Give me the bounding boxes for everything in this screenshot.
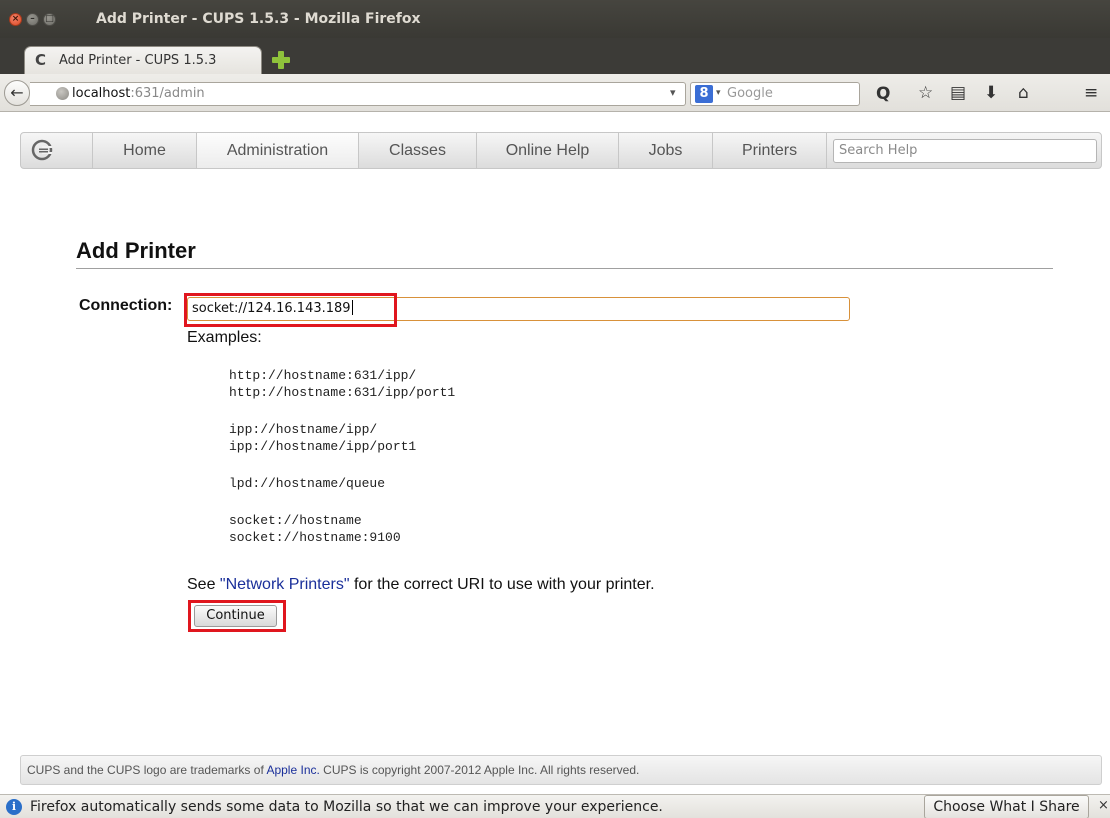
url-bar[interactable]: localhost:631/admin ▾ C [30,82,700,106]
hint-suffix: for the correct URI to use with your pri… [349,576,655,593]
back-arrow-icon: ← [10,83,24,102]
help-search-input[interactable]: Search Help [833,139,1097,163]
reading-list-icon[interactable]: ▤ [950,83,966,103]
cups-navigation-bar: Home Administration Classes Online Help … [20,132,1102,169]
nav-classes[interactable]: Classes [359,133,477,168]
web-search-placeholder: Google [727,86,773,101]
example-uri: http://hostname:631/ipp/port1 [229,385,456,400]
nav-online-help[interactable]: Online Help [477,133,619,168]
continue-highlight-box [188,600,286,632]
nav-administration[interactable]: Administration [197,133,359,168]
nav-jobs[interactable]: Jobs [619,133,713,168]
google-engine-icon[interactable]: 8 [695,85,713,103]
window-close-button[interactable]: × [9,13,22,26]
cups-logo-icon [31,139,53,161]
downloads-icon[interactable]: ⬇ [984,83,998,103]
examples-label: Examples: [187,329,262,346]
search-go-icon[interactable]: Q [876,84,890,104]
info-icon: i [6,799,22,815]
cups-favicon-icon: C [35,51,47,69]
choose-what-i-share-button[interactable]: Choose What I Share [924,795,1089,818]
footer-copyright: CUPS is copyright 2007-2012 Apple Inc. A… [319,763,640,777]
maximize-icon: □ [45,14,54,24]
globe-icon [56,87,69,100]
engine-dropdown-icon[interactable]: ▾ [716,88,721,98]
home-icon[interactable]: ⌂ [1018,83,1029,103]
title-divider [76,268,1053,269]
apple-link[interactable]: Apple Inc. [266,763,319,777]
nav-printers[interactable]: Printers [713,133,827,168]
page-title: Add Printer [76,238,196,263]
bookmark-star-icon[interactable]: ☆ [918,83,933,103]
tab-strip: C Add Printer - CUPS 1.5.3 [0,38,1110,74]
url-path: :631/admin [130,86,205,101]
navigation-toolbar: localhost:631/admin ▾ C ← 8 ▾ Google Q ☆… [0,74,1110,112]
footer-text: CUPS and the CUPS logo are trademarks of [27,763,267,777]
back-button[interactable]: ← [4,80,30,106]
tab-title: Add Printer - CUPS 1.5.3 [59,53,217,68]
connection-label: Connection: [79,297,173,314]
examples-list: http://hostname:631/ipp/ http://hostname… [229,367,455,546]
example-uri: ipp://hostname/ipp/port1 [229,439,417,454]
window-titlebar: × – □ Add Printer - CUPS 1.5.3 - Mozilla… [0,0,1110,38]
network-printers-hint: See "Network Printers" for the correct U… [187,576,655,594]
page-content: Home Administration Classes Online Help … [0,112,1110,794]
close-notification-icon[interactable]: × [1098,798,1109,813]
browser-tab[interactable]: C Add Printer - CUPS 1.5.3 [24,46,262,74]
example-uri: http://hostname:631/ipp/ [229,368,417,383]
example-uri: ipp://hostname/ipp/ [229,422,378,437]
window-title: Add Printer - CUPS 1.5.3 - Mozilla Firef… [96,11,421,27]
close-icon: × [11,14,20,24]
minimize-icon: – [30,14,35,24]
web-search-bar[interactable]: 8 ▾ Google [690,82,860,106]
url-host: localhost [72,86,131,101]
example-uri: socket://hostname [229,513,362,528]
notification-text: Firefox automatically sends some data to… [30,799,663,815]
hint-prefix: See [187,576,220,593]
cups-logo-link[interactable] [21,133,93,168]
menu-icon[interactable]: ≡ [1084,83,1098,103]
window-maximize-button[interactable]: □ [43,13,56,26]
url-dropdown-icon[interactable]: ▾ [670,86,676,99]
network-printers-link[interactable]: "Network Printers" [220,576,350,593]
new-tab-button[interactable] [272,51,290,69]
connection-highlight-box [184,293,397,327]
example-uri: lpd://hostname/queue [229,476,386,491]
example-uri: socket://hostname:9100 [229,530,401,545]
plus-icon-bar [272,57,290,63]
window-minimize-button[interactable]: – [26,13,39,26]
url-text[interactable]: localhost:631/admin [72,86,205,101]
page-footer: CUPS and the CUPS logo are trademarks of… [20,755,1102,785]
nav-home[interactable]: Home [93,133,197,168]
notification-bar: i Firefox automatically sends some data … [0,794,1110,818]
